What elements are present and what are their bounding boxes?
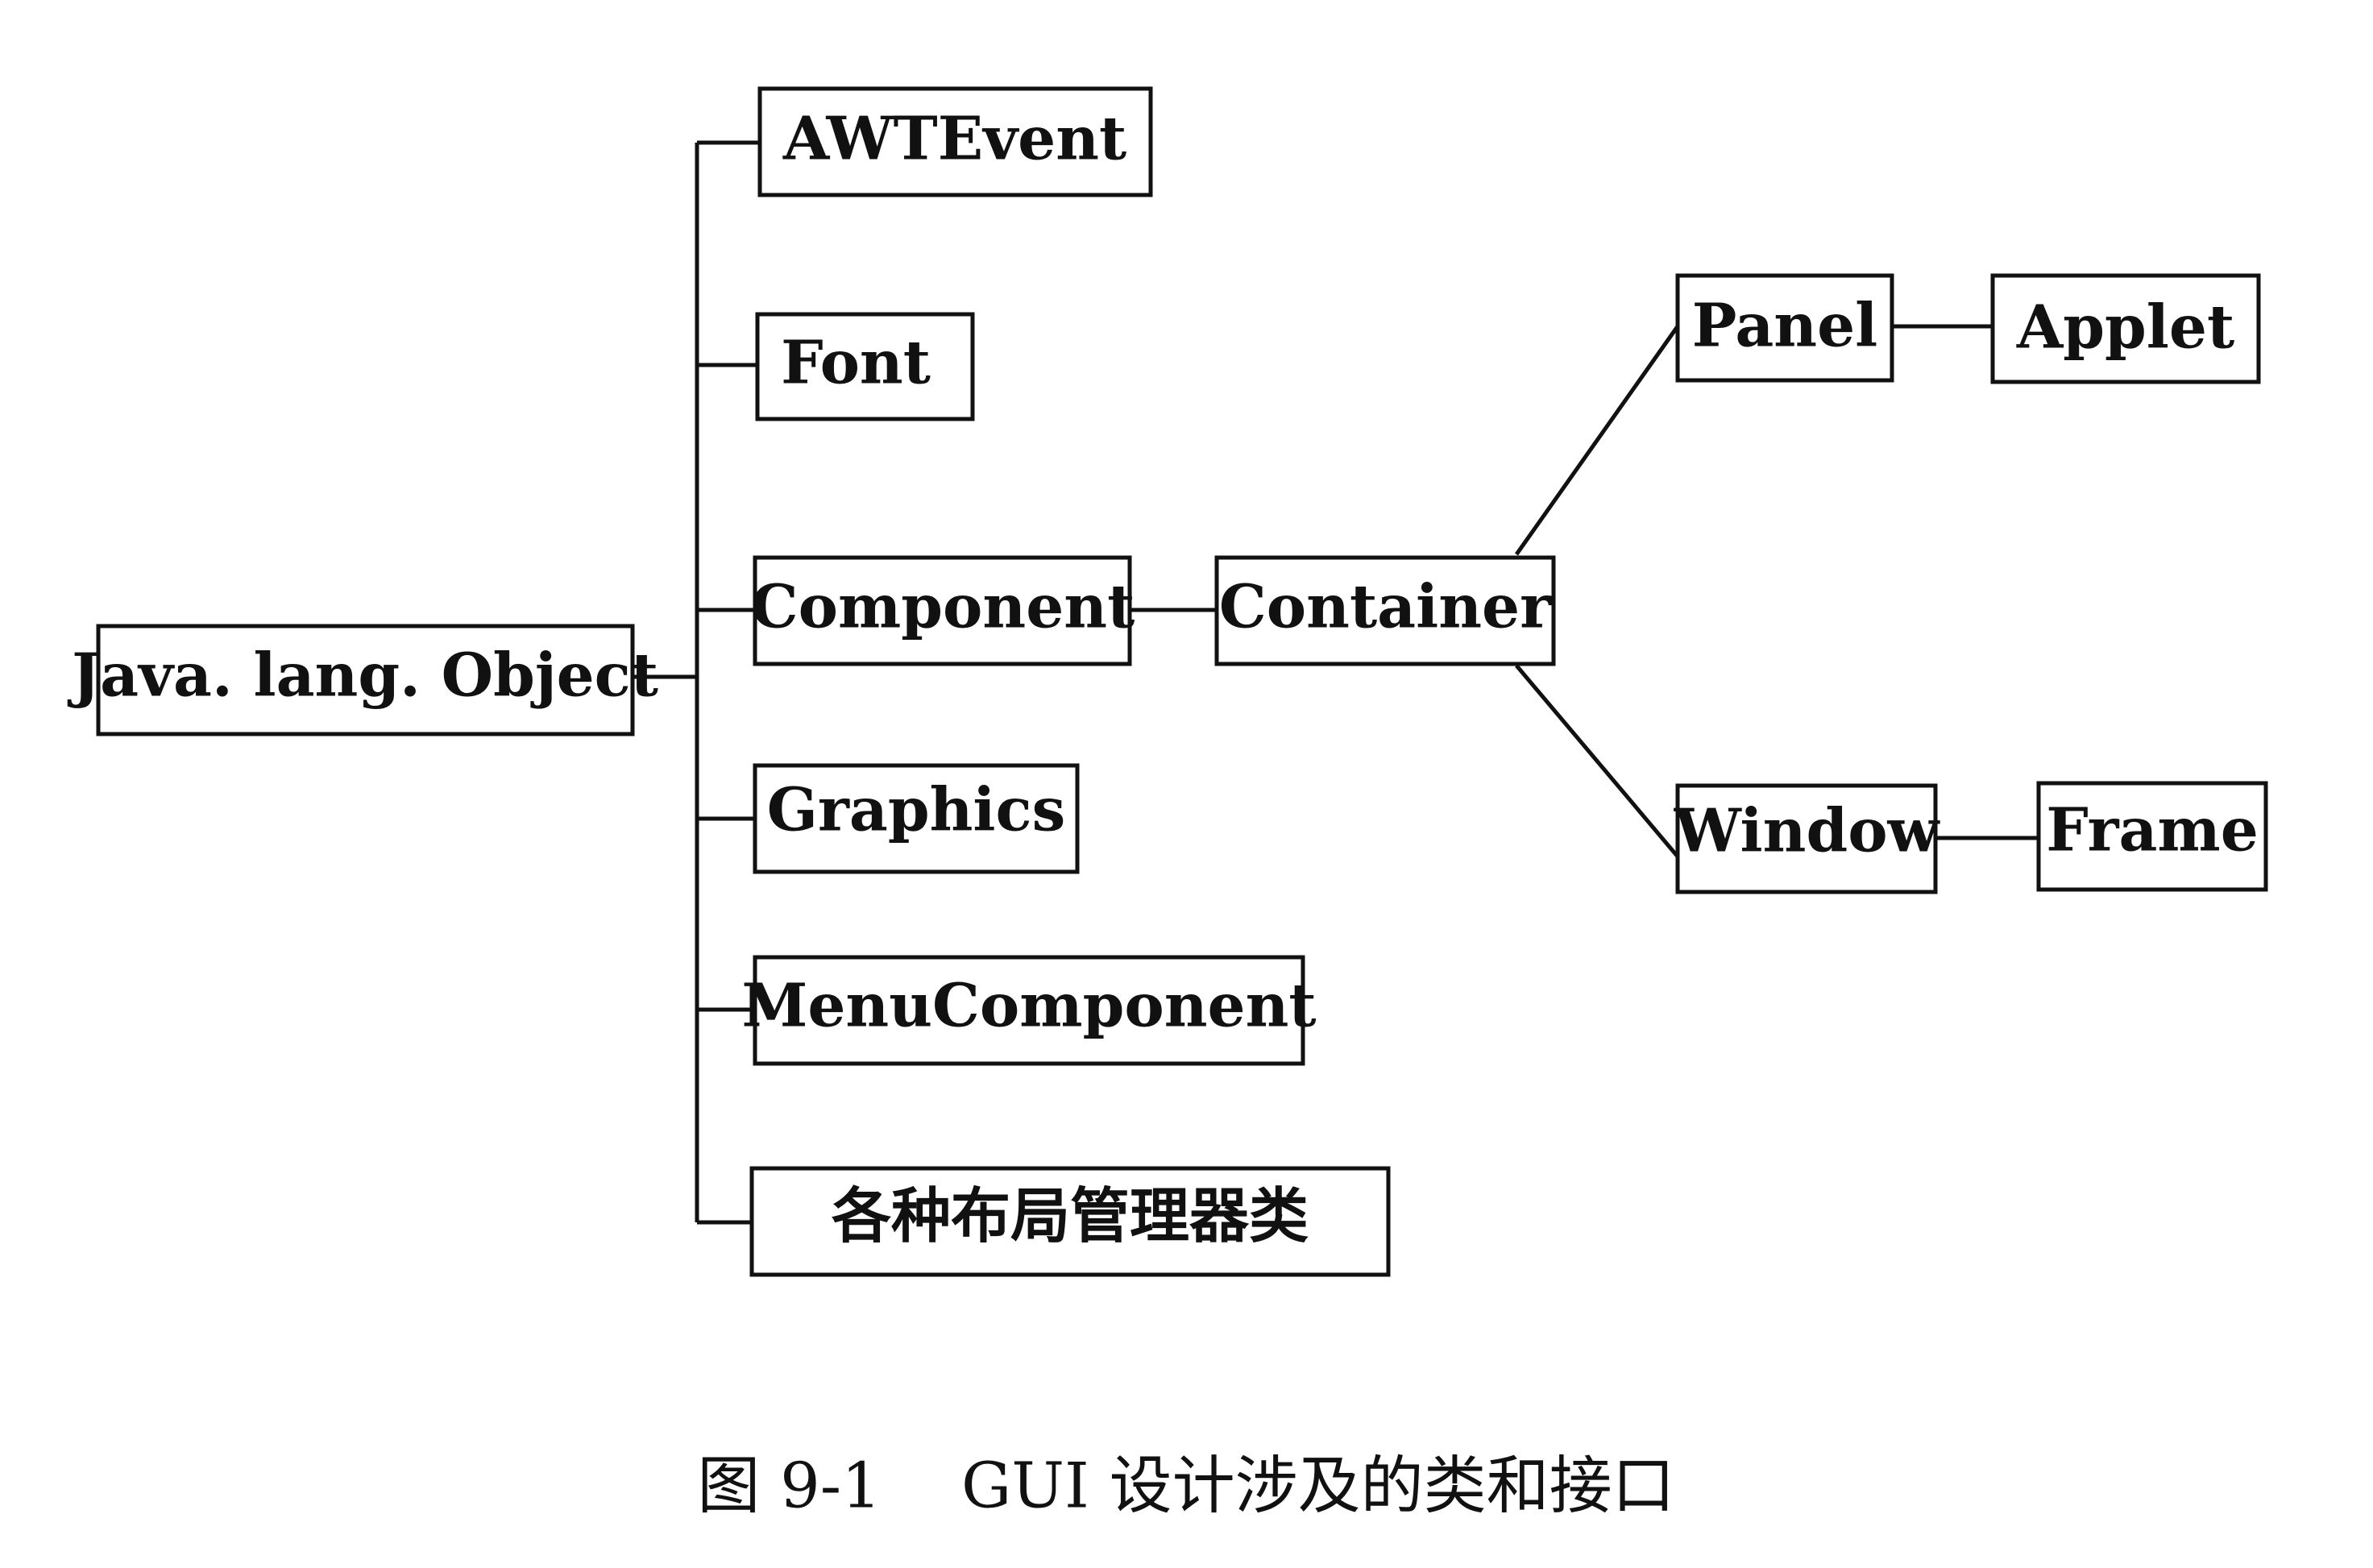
node-label: Font bbox=[781, 329, 931, 398]
node-label: Applet bbox=[2016, 293, 2234, 363]
node-label: Container bbox=[1219, 573, 1552, 642]
node-menucomponent: MenuComponent bbox=[741, 955, 1317, 1066]
node-label: Graphics bbox=[767, 776, 1066, 845]
figure-caption: 图 9-1 GUI 设计涉及的类和接口 bbox=[697, 1450, 1674, 1523]
node-component: Component bbox=[751, 555, 1135, 666]
edge-container-to-window bbox=[1515, 664, 1679, 858]
node-container: Container bbox=[1214, 555, 1556, 666]
node-panel: Panel bbox=[1675, 273, 1894, 383]
node-font: Font bbox=[755, 312, 975, 421]
edge-container-to-panel bbox=[1514, 325, 1680, 556]
node-layout-managers: 各种布局管理器类 bbox=[749, 1166, 1391, 1277]
node-window: Window bbox=[1674, 783, 1941, 894]
node-label: 各种布局管理器类 bbox=[832, 1182, 1309, 1251]
node-label: Window bbox=[1674, 797, 1941, 866]
node-awtevent: AWTEvent bbox=[757, 86, 1153, 197]
node-applet: Applet bbox=[1990, 273, 2261, 384]
node-label: Component bbox=[751, 573, 1135, 642]
class-hierarchy-diagram: Java. lang. Object AWTEvent Font Compone… bbox=[67, 86, 2268, 1523]
node-graphics: Graphics bbox=[753, 763, 1080, 874]
node-frame: Frame bbox=[2036, 781, 2268, 892]
node-label: Frame bbox=[2046, 796, 2259, 865]
node-label: AWTEvent bbox=[782, 105, 1126, 174]
node-label: Panel bbox=[1692, 292, 1878, 361]
node-label: MenuComponent bbox=[741, 972, 1316, 1041]
node-label: Java. lang. Object bbox=[67, 641, 658, 711]
node-java-lang-object: Java. lang. Object bbox=[67, 624, 658, 736]
